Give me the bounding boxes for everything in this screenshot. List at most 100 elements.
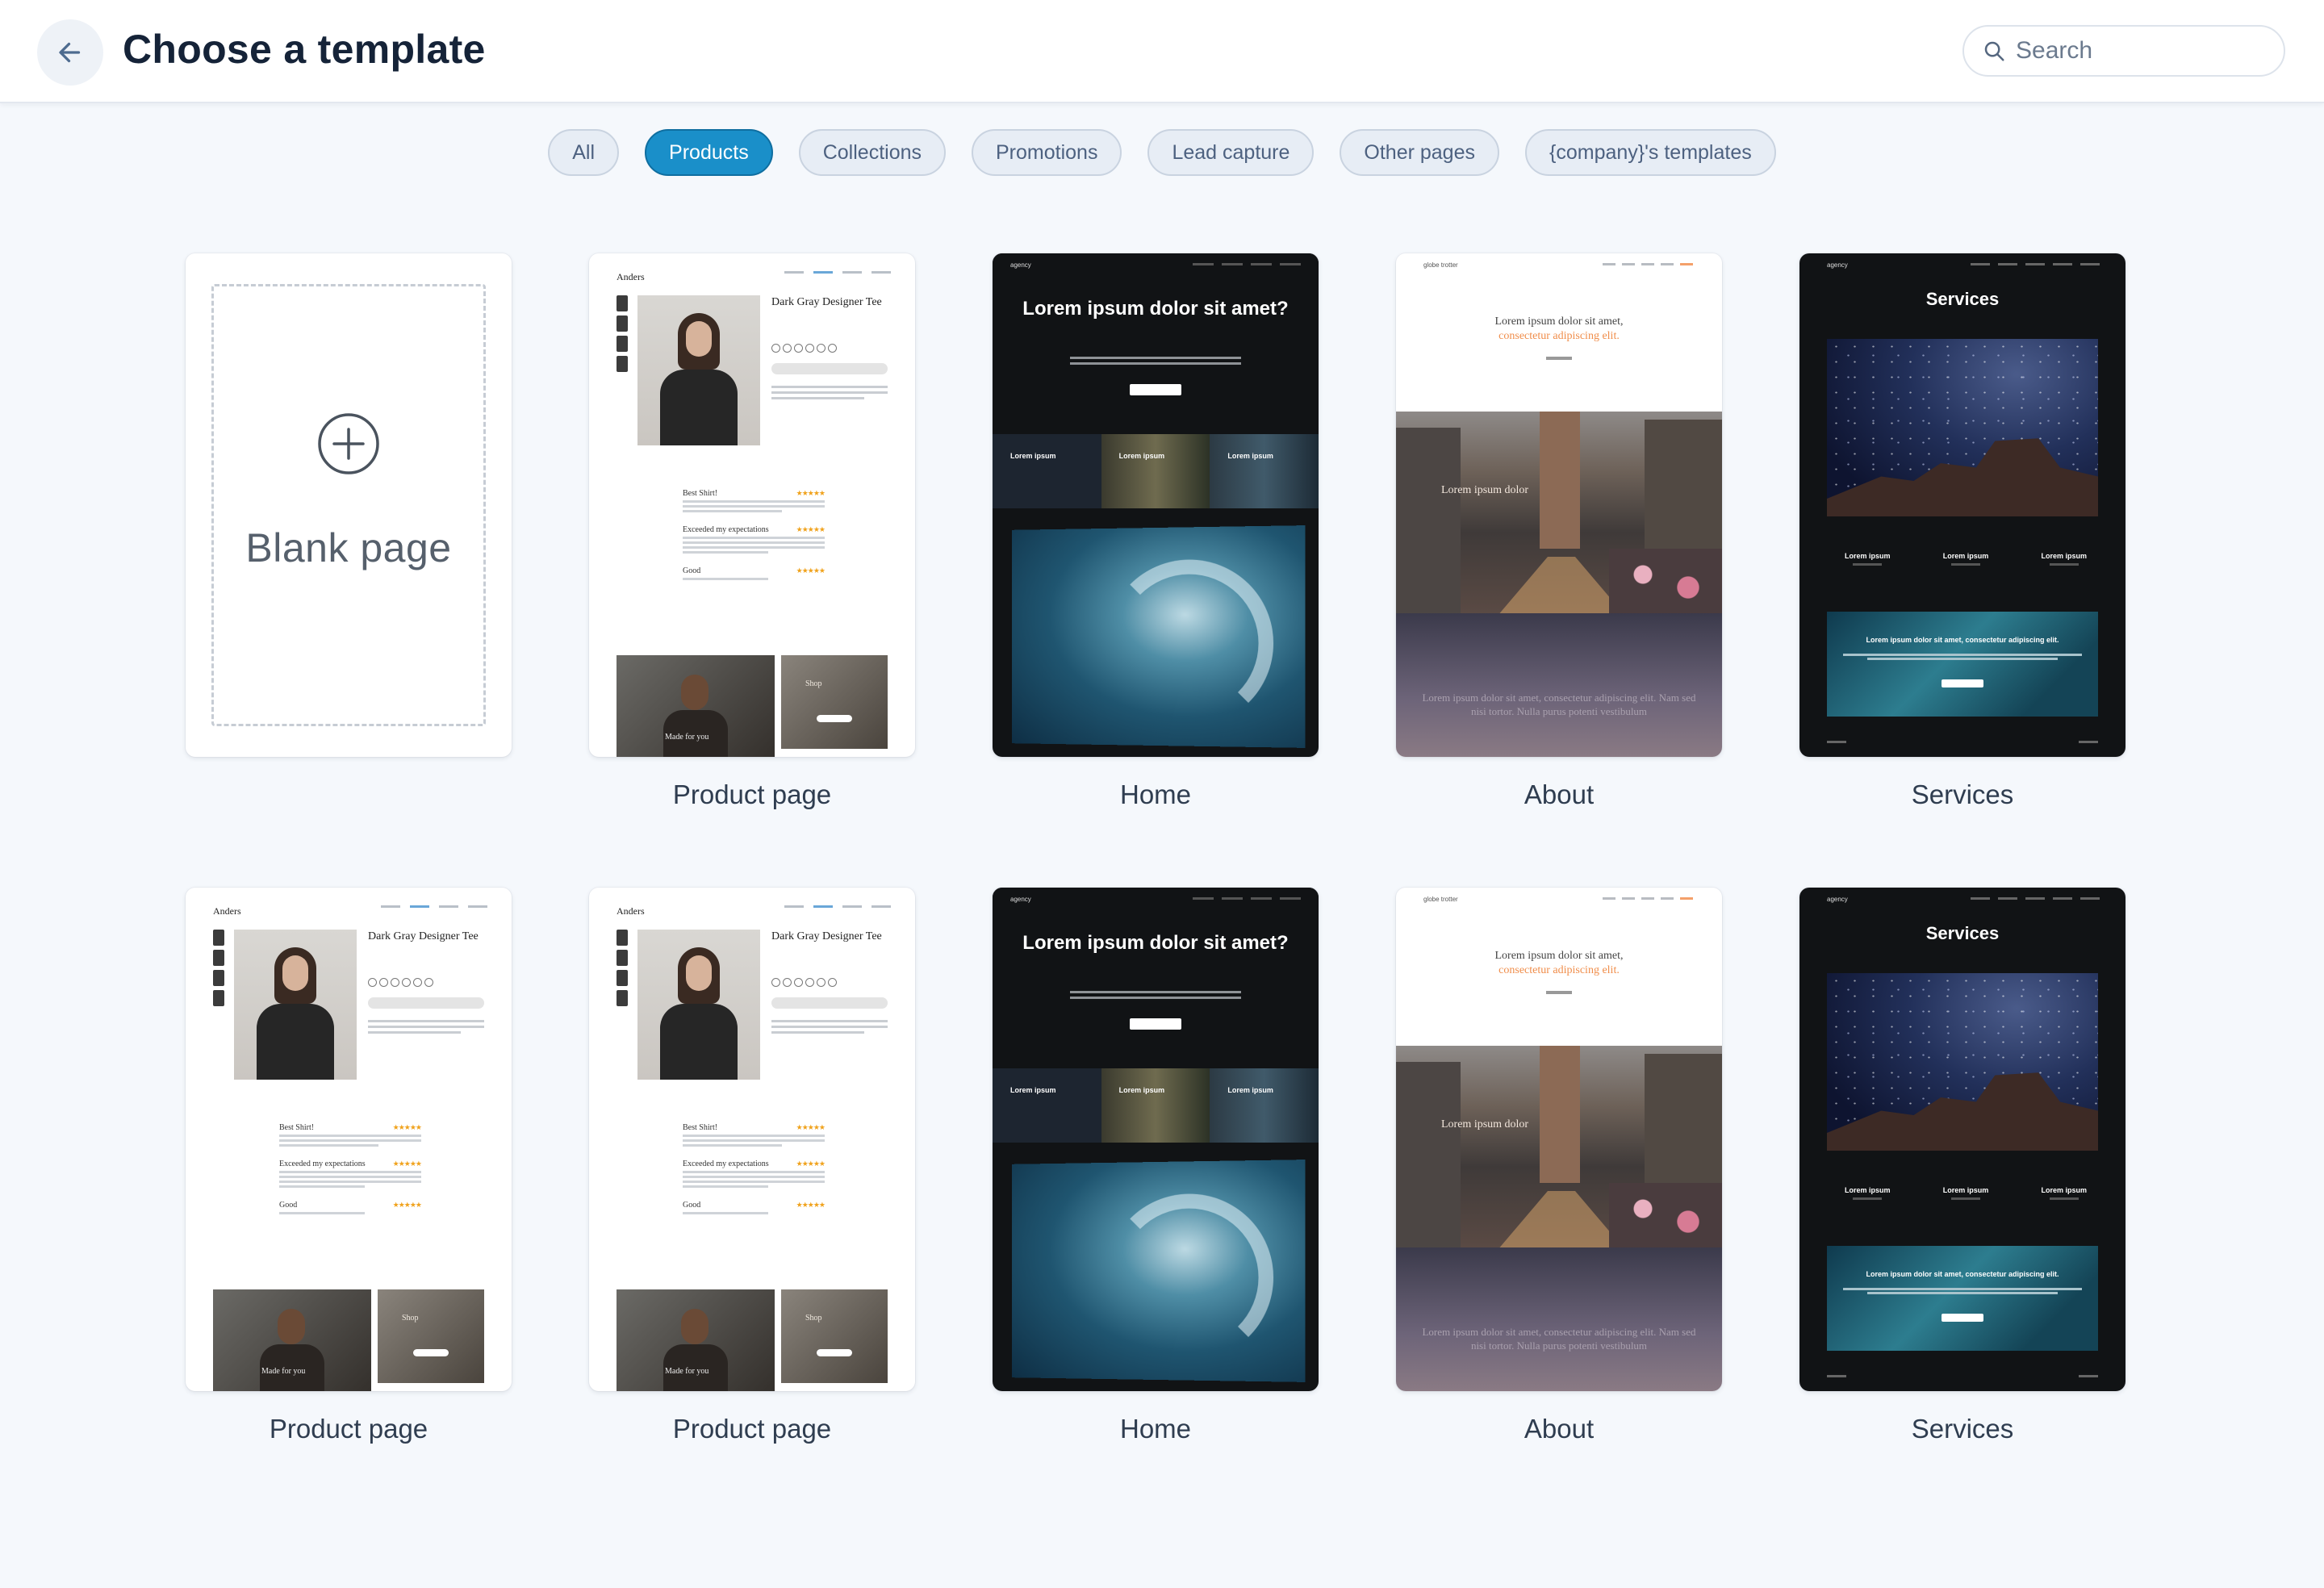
preview-ocean-banner: Lorem ipsum dolor sit amet, consectetur … bbox=[1827, 1246, 2098, 1351]
preview-link bbox=[1546, 991, 1572, 994]
card-label: Home bbox=[1119, 1414, 1192, 1444]
preview-logo: Anders bbox=[617, 905, 645, 917]
preview-thumbnails bbox=[617, 295, 628, 376]
template-card-product-page[interactable]: Anders Dark Gray Designer Tee Best Shirt… bbox=[589, 888, 915, 1391]
preview-logo: agency bbox=[1827, 896, 1848, 903]
card-label: Services bbox=[1911, 779, 2014, 809]
preview-footer bbox=[1827, 741, 2098, 743]
preview-thumbnails bbox=[213, 930, 224, 1010]
preview-logo: globe trotter bbox=[1423, 896, 1458, 903]
preview-add-button bbox=[771, 363, 888, 374]
preview-description bbox=[368, 1020, 484, 1037]
filter-chip-products[interactable]: Products bbox=[645, 129, 773, 176]
preview-add-button bbox=[368, 997, 484, 1009]
preview-product-title: Dark Gray Designer Tee bbox=[368, 930, 479, 942]
preview-feature-strip: Lorem ipsum Lorem ipsum Lorem ipsum bbox=[993, 1068, 1319, 1143]
preview-town-image: Lorem ipsum dolor bbox=[1396, 1046, 1722, 1247]
preview-wave-image bbox=[1012, 1160, 1306, 1382]
filter-chips: All Products Collections Promotions Lead… bbox=[0, 129, 2324, 178]
preview-nav bbox=[381, 905, 487, 908]
preview-nav bbox=[784, 271, 891, 274]
preview-promo-image: Shop bbox=[378, 1289, 484, 1383]
preview-service-columns: Lorem ipsum Lorem ipsum Lorem ipsum bbox=[1845, 1186, 2087, 1200]
preview-heading: Lorem ipsum dolor sit amet, consectetur a… bbox=[1494, 316, 1624, 342]
template-card-about[interactable]: globe trotter Lorem ipsum dolor sit amet… bbox=[1396, 888, 1722, 1391]
preview-reviews: Best Shirt! ★★★★★ Exceeded my expectation… bbox=[683, 489, 826, 593]
search-input[interactable] bbox=[2016, 37, 2274, 65]
top-bar: Choose a template bbox=[0, 0, 2324, 103]
preview-heading: Lorem ipsum dolor sit amet, consectetur a… bbox=[1494, 950, 1624, 976]
card-label: Product page bbox=[672, 1414, 832, 1444]
preview-nav bbox=[1971, 897, 2100, 900]
preview-size-swatches bbox=[771, 978, 837, 987]
search-icon bbox=[1980, 37, 2008, 65]
preview-service-columns: Lorem ipsum Lorem ipsum Lorem ipsum bbox=[1845, 552, 2087, 566]
plus-circle-icon bbox=[318, 413, 379, 474]
arrow-left-icon bbox=[59, 42, 81, 63]
preview-promo-image: Shop bbox=[781, 655, 888, 749]
preview-product-title: Dark Gray Designer Tee bbox=[771, 296, 882, 308]
preview-reviews: Best Shirt! ★★★★★ Exceeded my expectation… bbox=[279, 1123, 422, 1227]
preview-night-sky-image bbox=[1827, 973, 2098, 1151]
preview-size-swatches bbox=[368, 978, 433, 987]
search-box[interactable] bbox=[1962, 25, 2285, 77]
template-card-about[interactable]: globe trotter Lorem ipsum dolor sit amet… bbox=[1396, 253, 1722, 757]
template-card-product-page[interactable]: Anders Dark Gray Designer Tee Best Shirt… bbox=[589, 253, 915, 757]
preview-description bbox=[771, 1020, 888, 1037]
preview-lifestyle-image: Made for you bbox=[617, 1289, 775, 1391]
card-label: Product page bbox=[672, 779, 832, 809]
card-label: About bbox=[1524, 779, 1595, 809]
filter-chip-promotions[interactable]: Promotions bbox=[972, 129, 1122, 176]
template-card-services[interactable]: agency Services Lorem ipsum Lorem ipsum … bbox=[1799, 888, 2125, 1391]
preview-heading: Services bbox=[1925, 289, 2000, 309]
card-label: Product page bbox=[269, 1414, 428, 1444]
preview-lifestyle-image: Made for you bbox=[617, 655, 775, 757]
preview-add-button bbox=[771, 997, 888, 1009]
preview-product-image bbox=[637, 930, 760, 1080]
preview-town-image: Lorem ipsum dolor bbox=[1396, 412, 1722, 613]
preview-logo: Anders bbox=[213, 905, 241, 917]
preview-link bbox=[1546, 357, 1572, 360]
card-label: Home bbox=[1119, 779, 1192, 809]
preview-wave-image bbox=[1012, 525, 1306, 748]
filter-chip-company-templates[interactable]: {company}'s templates bbox=[1525, 129, 1776, 176]
preview-thumbnails bbox=[617, 930, 628, 1010]
blank-page-label: Blank page bbox=[245, 525, 452, 570]
preview-logo: globe trotter bbox=[1423, 261, 1458, 269]
preview-logo: Anders bbox=[617, 271, 645, 282]
preview-nav bbox=[1603, 897, 1693, 900]
preview-description bbox=[771, 386, 888, 403]
card-label: About bbox=[1524, 1414, 1595, 1444]
preview-product-title: Dark Gray Designer Tee bbox=[771, 930, 882, 942]
preview-footer bbox=[1827, 1375, 2098, 1377]
filter-chip-collections[interactable]: Collections bbox=[798, 129, 946, 176]
preview-heading: Services bbox=[1925, 923, 2000, 943]
template-card-home[interactable]: agency Lorem ipsum dolor sit amet? Lorem… bbox=[993, 253, 1319, 757]
template-card-services[interactable]: agency Services Lorem ipsum Lorem ipsum … bbox=[1799, 253, 2125, 757]
template-card-blank[interactable]: Blank page bbox=[186, 253, 512, 757]
preview-promo-image: Shop bbox=[781, 1289, 888, 1383]
preview-sky-section: Lorem ipsum dolor sit amet, consectetur … bbox=[1396, 1247, 1722, 1391]
preview-logo: agency bbox=[1827, 261, 1848, 269]
preview-hero: agency Lorem ipsum dolor sit amet? bbox=[993, 253, 1319, 434]
preview-product-image bbox=[234, 930, 357, 1080]
template-card-product-page[interactable]: Anders Dark Gray Designer Tee Best Shirt… bbox=[186, 888, 512, 1391]
preview-feature-strip: Lorem ipsum Lorem ipsum Lorem ipsum bbox=[993, 434, 1319, 508]
preview-nav bbox=[1603, 263, 1693, 265]
preview-reviews: Best Shirt! ★★★★★ Exceeded my expectation… bbox=[683, 1123, 826, 1227]
preview-nav bbox=[1971, 263, 2100, 265]
filter-chip-all[interactable]: All bbox=[548, 129, 620, 176]
preview-size-swatches bbox=[771, 344, 837, 353]
page-title: Choose a template bbox=[123, 27, 486, 72]
preview-product-image bbox=[637, 295, 760, 445]
filter-chip-lead-capture[interactable]: Lead capture bbox=[1147, 129, 1315, 176]
preview-lifestyle-image: Made for you bbox=[213, 1289, 371, 1391]
card-label: Services bbox=[1911, 1414, 2014, 1444]
preview-sky-section: Lorem ipsum dolor sit amet, consectetur … bbox=[1396, 613, 1722, 757]
template-card-home[interactable]: agency Lorem ipsum dolor sit amet? Lorem… bbox=[993, 888, 1319, 1391]
preview-ocean-banner: Lorem ipsum dolor sit amet, consectetur … bbox=[1827, 612, 2098, 717]
filter-chip-other-pages[interactable]: Other pages bbox=[1340, 129, 1499, 176]
preview-night-sky-image bbox=[1827, 339, 2098, 516]
preview-hero: agency Lorem ipsum dolor sit amet? bbox=[993, 888, 1319, 1068]
back-button[interactable] bbox=[37, 19, 103, 86]
